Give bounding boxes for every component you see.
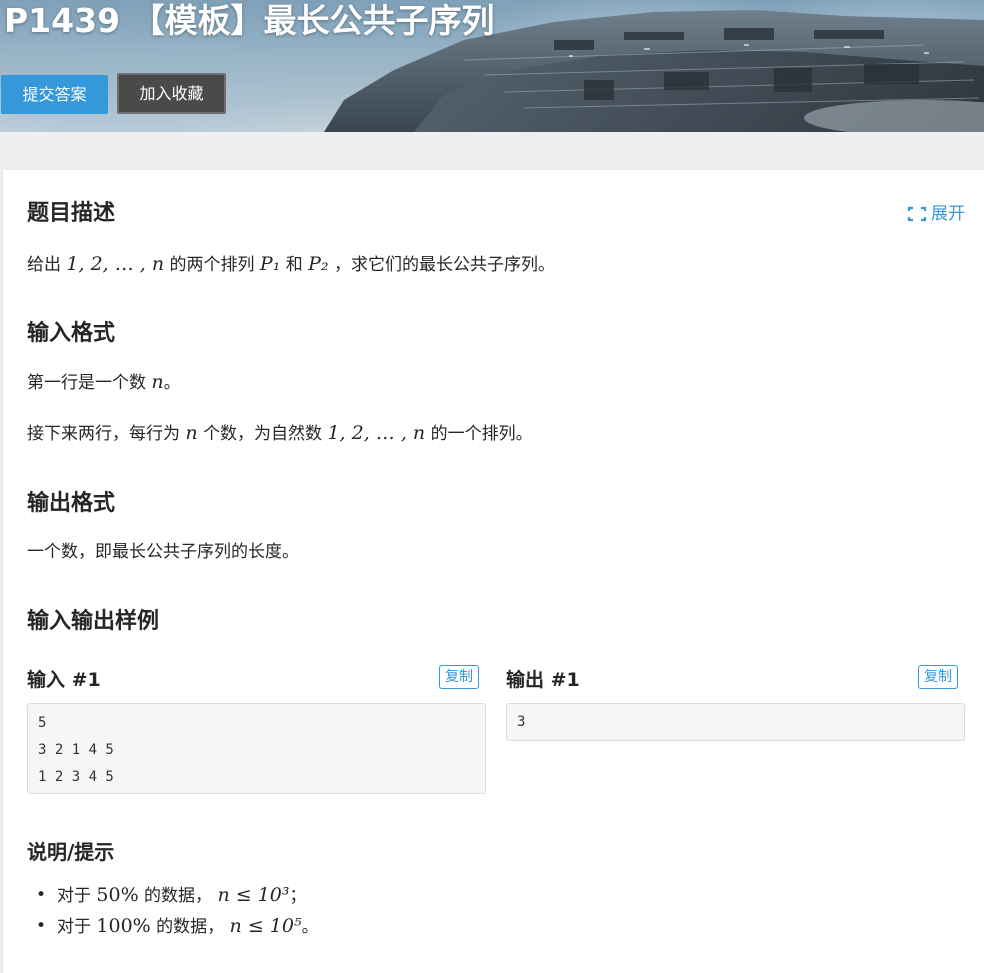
hint-list: • 对于 50% 的数据， n ≤ 10³； • 对于 100% 的数据， n … <box>27 880 319 942</box>
expand-label: 展开 <box>931 204 965 224</box>
problem-card: 题目描述 展开 给出 1, 2, … , n 的两个排列 P₁ 和 P₂ ，求它… <box>3 170 984 973</box>
hint-heading: 说明/提示 <box>27 840 115 864</box>
input-format-line-2: 接下来两行，每行为 n 个数，为自然数 1, 2, … , n 的一个排列。 <box>27 422 533 444</box>
add-favorite-button[interactable]: 加入收藏 <box>117 73 226 114</box>
input-format-line-1: 第一行是一个数 n。 <box>27 371 181 393</box>
copy-output-button[interactable]: 复制 <box>918 665 958 689</box>
sample-input-line: 5 <box>38 715 47 731</box>
description-heading: 题目描述 <box>27 201 116 226</box>
output-format-heading: 输出格式 <box>27 491 116 516</box>
sample-input-box[interactable]: 5 3 2 1 4 5 1 2 3 4 5 <box>27 703 486 794</box>
expand-button[interactable]: 展开 <box>907 202 965 226</box>
sample-output-title: 输出 #1 <box>506 669 580 691</box>
description-text: 给出 1, 2, … , n 的两个排列 P₁ 和 P₂ ，求它们的最长公共子序… <box>27 253 555 275</box>
sample-output-line: 3 <box>517 714 526 730</box>
copy-input-button[interactable]: 复制 <box>439 665 479 689</box>
list-item: • 对于 100% 的数据， n ≤ 10⁵。 <box>36 915 319 937</box>
samples-heading: 输入输出样例 <box>27 609 160 634</box>
expand-icon <box>907 206 927 222</box>
submit-answer-button[interactable]: 提交答案 <box>1 75 108 114</box>
sample-output-box[interactable]: 3 <box>506 703 965 741</box>
sample-input-title: 输入 #1 <box>27 669 101 691</box>
sample-input-line: 1 2 3 4 5 <box>38 769 114 785</box>
problem-title: P1439 【模板】最长公共子序列 <box>4 1 495 40</box>
output-format-text: 一个数，即最长公共子序列的长度。 <box>27 542 299 562</box>
sample-input-line: 3 2 1 4 5 <box>38 742 114 758</box>
list-item: • 对于 50% 的数据， n ≤ 10³； <box>36 884 307 906</box>
input-format-heading: 输入格式 <box>27 321 116 346</box>
problem-banner: P1439 【模板】最长公共子序列 提交答案 加入收藏 <box>0 0 984 132</box>
